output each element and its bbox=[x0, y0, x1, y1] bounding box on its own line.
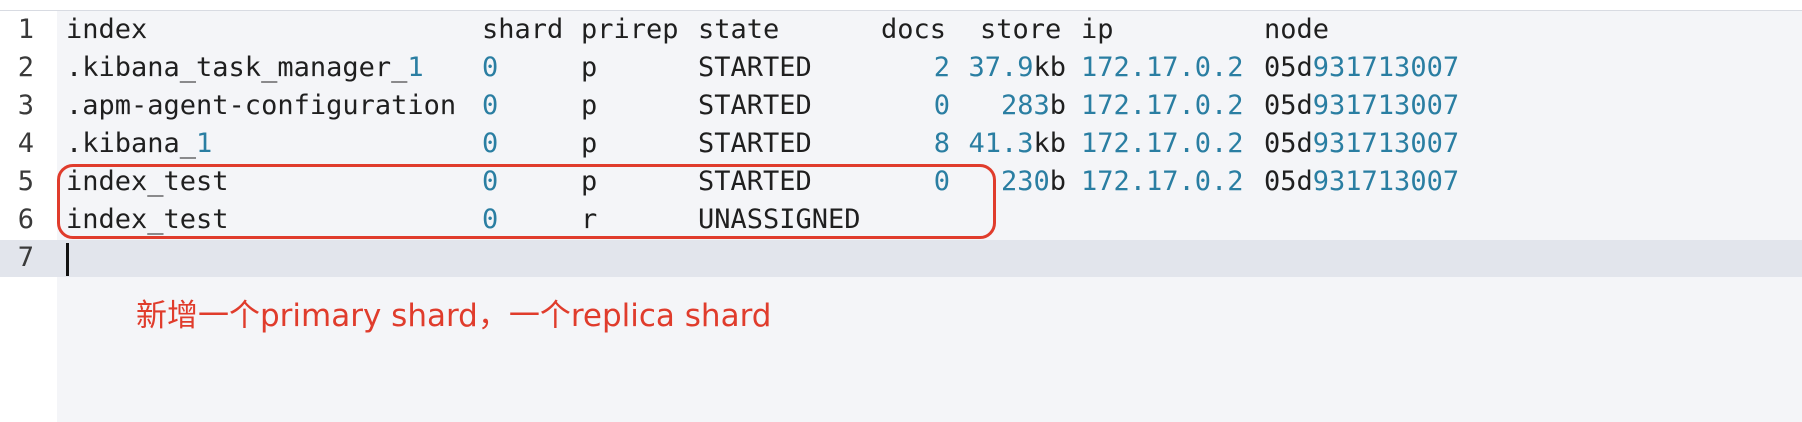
text-cursor bbox=[66, 243, 69, 276]
header-node: node bbox=[1264, 14, 1330, 45]
header-state: state bbox=[698, 14, 780, 45]
row-node: 05d931713007 bbox=[1264, 163, 1459, 201]
row-prirep: p bbox=[581, 90, 598, 121]
row-index-name: .kibana_ bbox=[66, 128, 197, 159]
row-shard: 0 bbox=[482, 128, 499, 159]
row-index: .apm-agent-configuration bbox=[66, 87, 456, 125]
row-store-unit: kb bbox=[1033, 52, 1066, 83]
header-shard: shard bbox=[482, 14, 564, 45]
row-store-number: 283 bbox=[1000, 90, 1050, 121]
editor-line-row: 4 .kibana_1 0 p STARTED 8 41.3kb 172.17.… bbox=[0, 125, 1802, 163]
row-index-number: 1 bbox=[407, 52, 424, 83]
row-index-number: 1 bbox=[196, 128, 213, 159]
row-state: STARTED bbox=[698, 52, 812, 83]
header-docs: docs bbox=[881, 14, 947, 45]
editor-line-row: 2 .kibana_task_manager_1 0 p STARTED 2 3… bbox=[0, 49, 1802, 87]
row-docs: 2 bbox=[933, 52, 950, 83]
line-number: 3 bbox=[17, 90, 34, 121]
row-state: STARTED bbox=[698, 128, 812, 159]
line-number: 5 bbox=[17, 166, 34, 197]
row-store-unit: b bbox=[1049, 90, 1066, 121]
line-number: 2 bbox=[17, 52, 34, 83]
line-number: 4 bbox=[17, 128, 34, 159]
row-shard: 0 bbox=[482, 52, 499, 83]
line-number: 1 bbox=[17, 14, 34, 45]
editor-top-border bbox=[0, 0, 1802, 11]
row-shard: 0 bbox=[482, 90, 499, 121]
annotation-text: 新增一个primary shard，一个replica shard bbox=[136, 298, 772, 334]
header-ip: ip bbox=[1081, 14, 1114, 45]
header-store: store bbox=[980, 14, 1062, 45]
row-store: 230b bbox=[1001, 163, 1066, 201]
row-node-number: 931713007 bbox=[1312, 128, 1460, 159]
row-ip: 172.17.0.2 bbox=[1081, 90, 1244, 121]
editor-line-header: 1 index shard prirep state docs store ip… bbox=[0, 11, 1802, 49]
row-index-name: .kibana_task_manager_ bbox=[66, 52, 408, 83]
row-state: STARTED bbox=[698, 90, 812, 121]
row-store: 283b bbox=[1001, 87, 1066, 125]
row-node-prefix: 05d bbox=[1264, 52, 1313, 83]
row-store-unit: kb bbox=[1033, 128, 1066, 159]
row-store: 41.3kb bbox=[968, 125, 1066, 163]
row-store-number: 37.9 bbox=[968, 52, 1034, 83]
row-node-prefix: 05d bbox=[1264, 166, 1313, 197]
header-prirep: prirep bbox=[581, 14, 679, 45]
row-store-number: 230 bbox=[1000, 166, 1050, 197]
row-store-number: 41.3 bbox=[968, 128, 1034, 159]
header-index: index bbox=[66, 14, 148, 45]
editor-line-current[interactable]: 7 bbox=[0, 239, 1802, 277]
row-index: .kibana_1 bbox=[66, 125, 212, 163]
row-prirep: p bbox=[581, 128, 598, 159]
row-store-unit: b bbox=[1049, 166, 1066, 197]
row-node-number: 931713007 bbox=[1312, 52, 1460, 83]
row-ip: 172.17.0.2 bbox=[1081, 52, 1244, 83]
row-node: 05d931713007 bbox=[1264, 49, 1459, 87]
row-node: 05d931713007 bbox=[1264, 125, 1459, 163]
code-editor[interactable]: 1 index shard prirep state docs store ip… bbox=[0, 0, 1802, 422]
row-index-name: .apm-agent-configuration bbox=[66, 90, 457, 121]
row-node-prefix: 05d bbox=[1264, 90, 1313, 121]
row-store: 37.9kb bbox=[968, 49, 1066, 87]
row-docs: 0 bbox=[933, 90, 950, 121]
row-index: .kibana_task_manager_1 bbox=[66, 49, 424, 87]
editor-line-row: 3 .apm-agent-configuration 0 p STARTED 0… bbox=[0, 87, 1802, 125]
row-ip: 172.17.0.2 bbox=[1081, 128, 1244, 159]
row-prirep: p bbox=[581, 52, 598, 83]
annotation-highlight-box bbox=[57, 164, 996, 239]
row-node: 05d931713007 bbox=[1264, 87, 1459, 125]
row-ip: 172.17.0.2 bbox=[1081, 166, 1244, 197]
row-node-number: 931713007 bbox=[1312, 90, 1460, 121]
row-node-number: 931713007 bbox=[1312, 166, 1460, 197]
row-node-prefix: 05d bbox=[1264, 128, 1313, 159]
line-number: 6 bbox=[17, 204, 34, 235]
row-docs: 8 bbox=[933, 128, 950, 159]
line-number: 7 bbox=[17, 242, 34, 273]
